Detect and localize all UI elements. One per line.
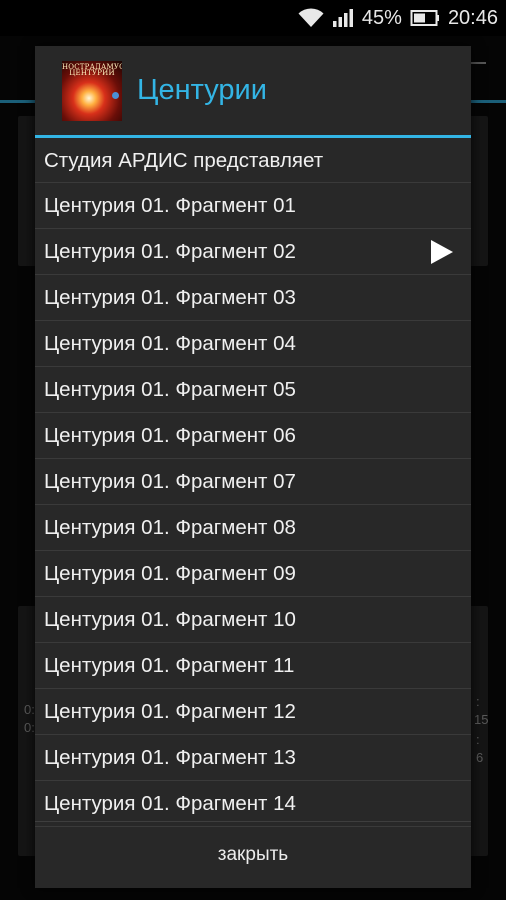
centuries-app-icon: НОСТРАДАМУС ЦЕНТУРИИ: [62, 60, 122, 121]
close-button[interactable]: закрыть: [35, 821, 471, 888]
clock: 20:46: [447, 6, 498, 29]
track-list-item[interactable]: Центурия 01. Фрагмент 12: [35, 689, 471, 735]
track-label: Центурия 01. Фрагмент 12: [44, 700, 296, 723]
app-icon-badge: [112, 91, 119, 99]
background-time-left: 0:: [24, 720, 35, 735]
background-value-right: 6: [476, 750, 484, 765]
track-list-item[interactable]: Центурия 01. Фрагмент 02: [35, 229, 471, 275]
background-time-left: 0:: [24, 702, 35, 717]
track-list-item[interactable]: Студия АРДИС представляет: [35, 138, 471, 183]
background-label-right: :: [476, 732, 480, 747]
track-label: Центурия 01. Фрагмент 10: [44, 608, 296, 631]
track-label: Центурия 01. Фрагмент 08: [44, 516, 296, 539]
screen: 45% 20:46 0: 0: : 15 : 6 НОСТРАДАМУС ЦЕН…: [0, 0, 506, 900]
dialog-header: НОСТРАДАМУС ЦЕНТУРИИ Центурии: [35, 46, 471, 138]
track-list-item[interactable]: Центурия 01. Фрагмент 01: [35, 183, 471, 229]
track-label: Центурия 01. Фрагмент 01: [44, 194, 296, 217]
wifi-icon: [298, 8, 324, 28]
track-list-item[interactable]: Центурия 01. Фрагмент 08: [35, 505, 471, 551]
overflow-menu-icon: [470, 62, 486, 64]
track-list-item[interactable]: Центурия 01. Фрагмент 05: [35, 367, 471, 413]
track-list-item[interactable]: Центурия 01. Фрагмент 13: [35, 735, 471, 781]
track-list-item[interactable]: Центурия 01. Фрагмент 09: [35, 551, 471, 597]
track-label: Центурия 01. Фрагмент 06: [44, 424, 296, 447]
signal-icon: [332, 8, 354, 28]
track-list-dialog: НОСТРАДАМУС ЦЕНТУРИИ Центурии Студия АРД…: [35, 46, 471, 888]
track-label: Центурия 01. Фрагмент 03: [44, 286, 296, 309]
track-list: Студия АРДИС представляет Центурия 01. Фр…: [35, 138, 471, 827]
track-label: Центурия 01. Фрагмент 13: [44, 746, 296, 769]
app-icon-banner: НОСТРАДАМУС ЦЕНТУРИИ: [62, 62, 122, 77]
track-list-item[interactable]: Центурия 01. Фрагмент 11: [35, 643, 471, 689]
track-label: Центурия 01. Фрагмент 04: [44, 332, 296, 355]
track-list-item[interactable]: Центурия 01. Фрагмент 03: [35, 275, 471, 321]
close-button-label: закрыть: [217, 844, 289, 865]
status-bar: 45% 20:46: [0, 0, 506, 36]
track-label: Центурия 01. Фрагмент 11: [44, 654, 295, 677]
track-label: Центурия 01. Фрагмент 07: [44, 470, 296, 493]
track-list-item[interactable]: Центурия 01. Фрагмент 06: [35, 413, 471, 459]
track-label: Центурия 01. Фрагмент 02: [44, 240, 296, 263]
track-list-item[interactable]: Центурия 01. Фрагмент 07: [35, 459, 471, 505]
background-label-right: :: [476, 694, 480, 709]
battery-icon: [410, 9, 440, 27]
track-list-item[interactable]: Центурия 01. Фрагмент 10: [35, 597, 471, 643]
track-label: Центурия 01. Фрагмент 09: [44, 562, 296, 585]
play-icon: [431, 240, 453, 264]
battery-percent: 45%: [361, 6, 402, 29]
dialog-title: Центурии: [137, 74, 267, 106]
background-value-right: 15: [474, 712, 489, 727]
track-label: Центурия 01. Фрагмент 05: [44, 378, 296, 401]
track-list-item[interactable]: Центурия 01. Фрагмент 04: [35, 321, 471, 367]
track-label: Центурия 01. Фрагмент 14: [44, 792, 296, 815]
track-label: Студия АРДИС представляет: [44, 149, 324, 172]
